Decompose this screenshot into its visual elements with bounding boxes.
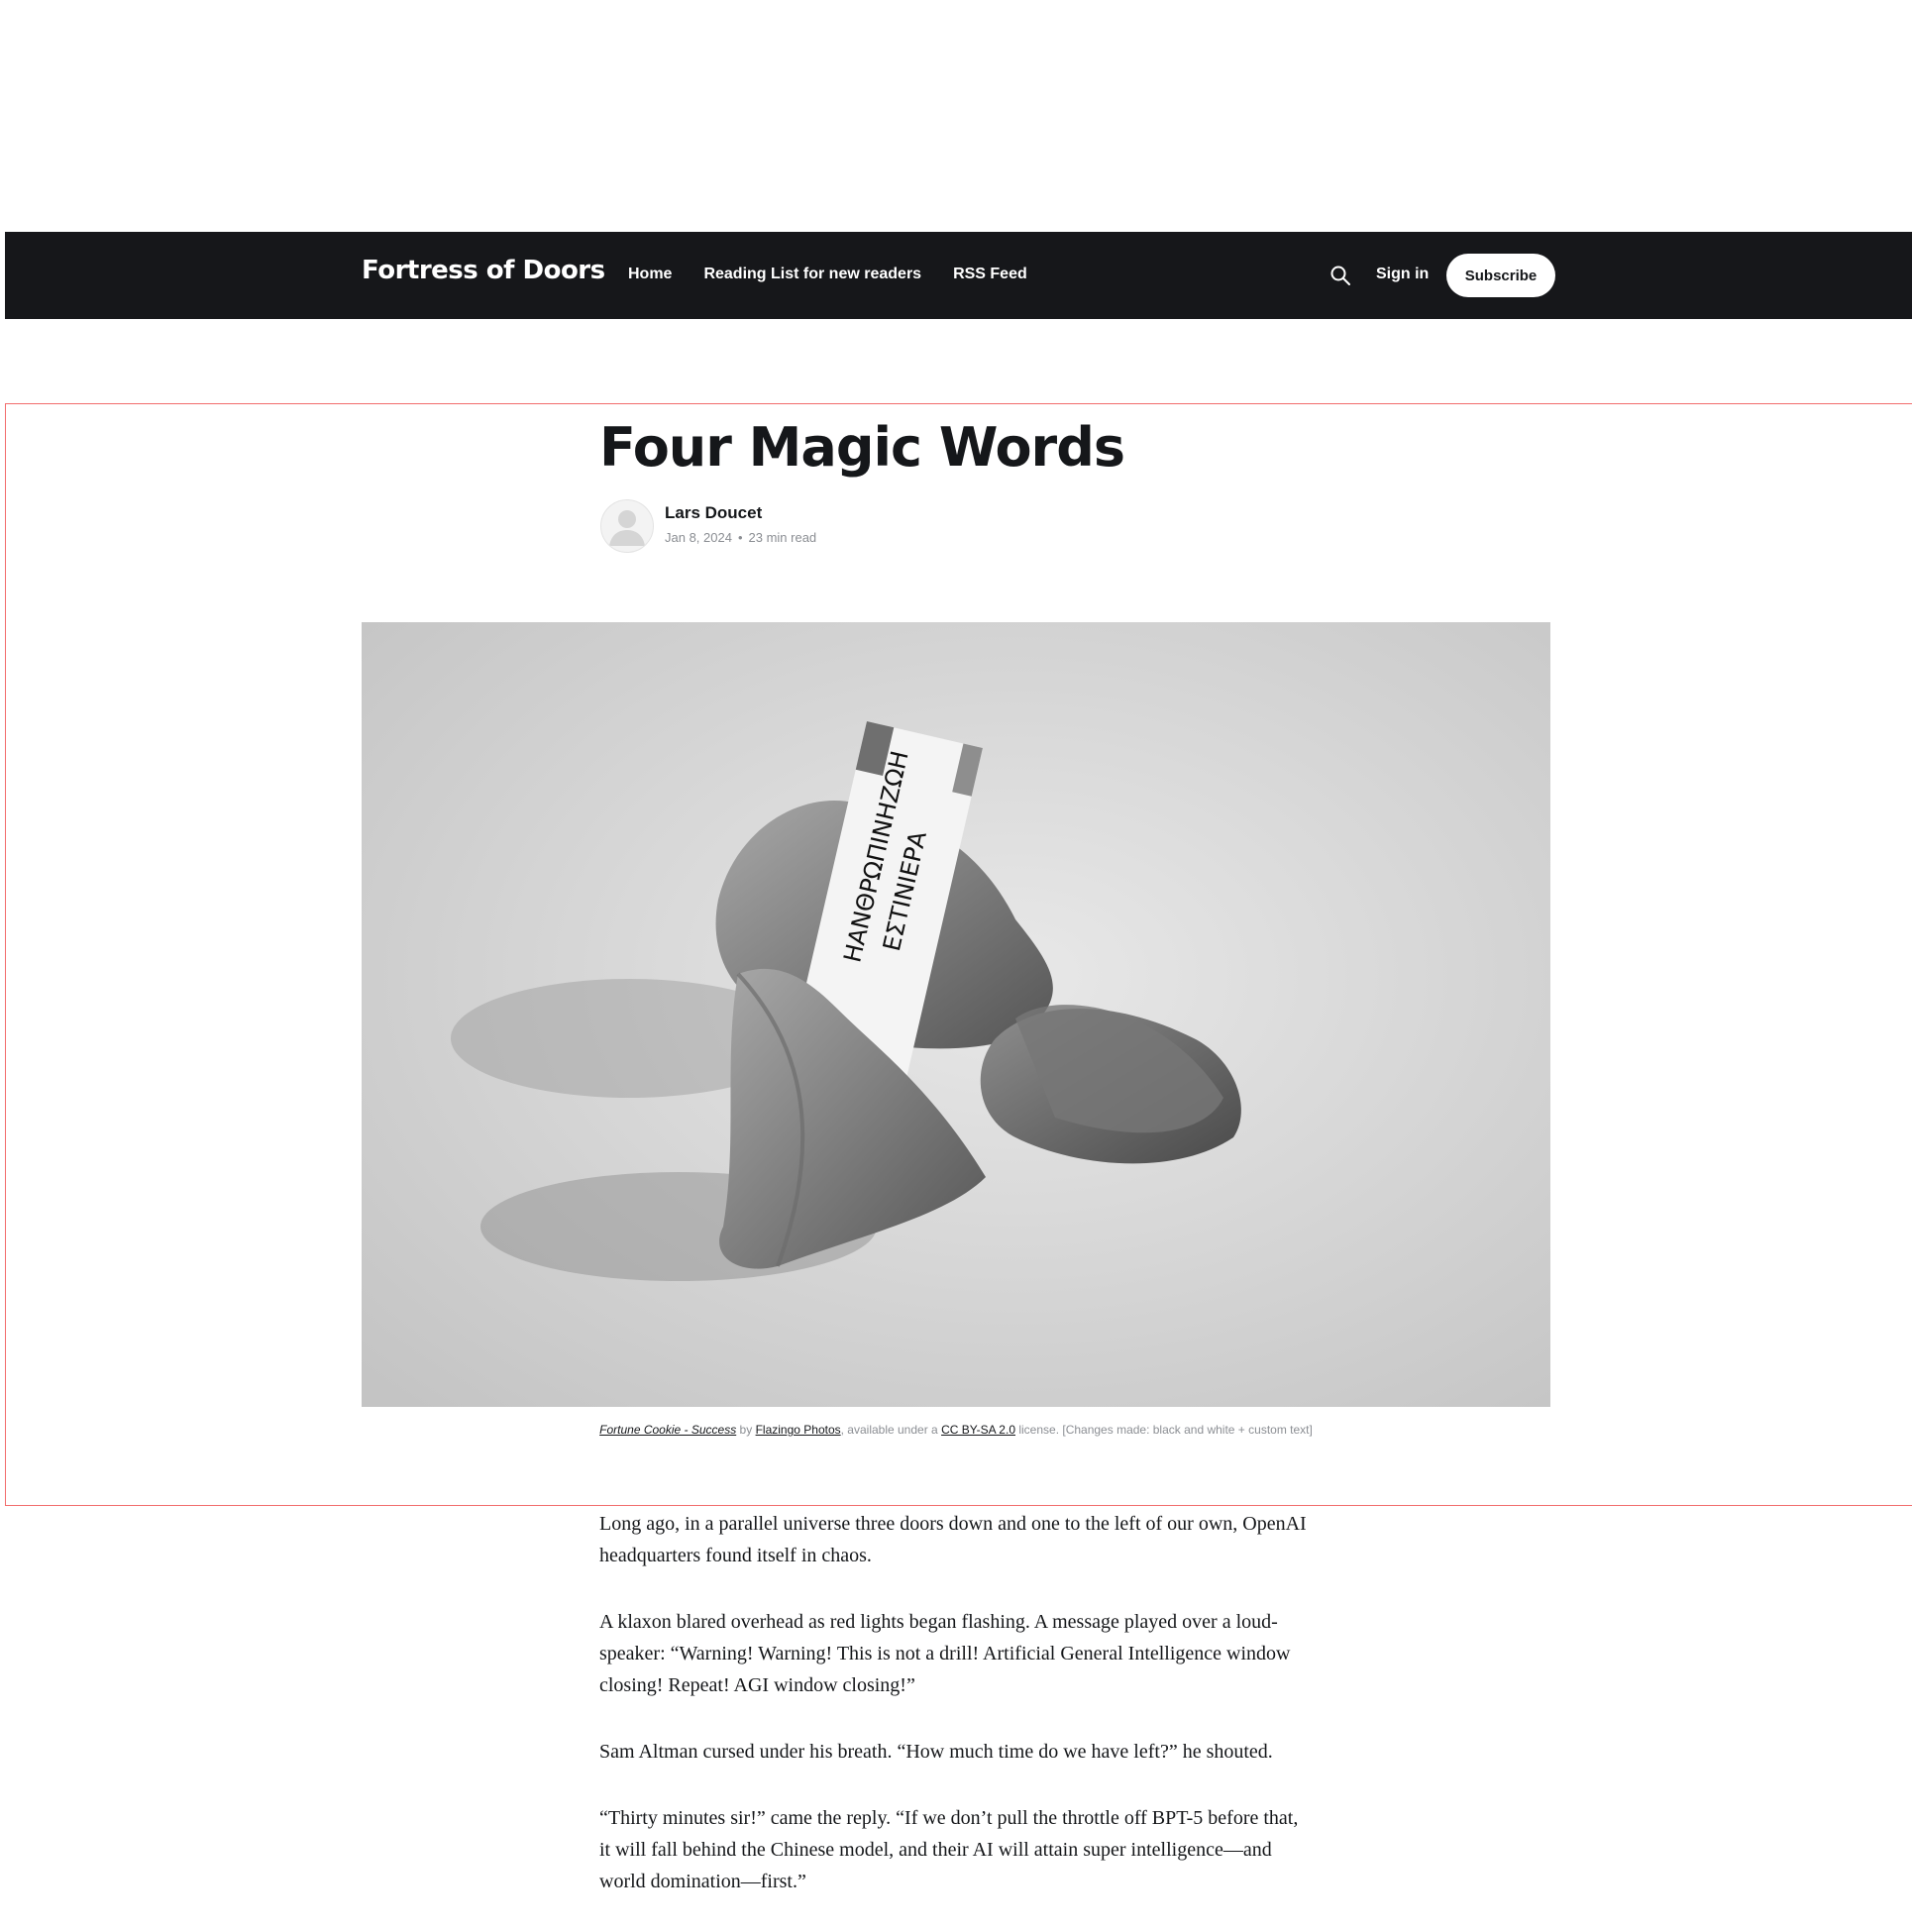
article-paragraph: Long ago, in a parallel universe three d… [599,1513,1307,1566]
nav-link-home[interactable]: Home [628,266,672,283]
search-icon[interactable] [1329,265,1351,286]
caption-work-link[interactable]: Fortune Cookie - Success [599,1423,736,1437]
author-avatar[interactable] [600,499,654,553]
read-time: 23 min read [748,530,817,545]
caption-license-link[interactable]: CC BY-SA 2.0 [941,1423,1015,1437]
post-date: Jan 8, 2024 [665,530,732,545]
subscribe-button[interactable]: Subscribe [1446,254,1555,297]
caption-author-link[interactable]: Flazingo Photos [756,1423,841,1437]
primary-nav: Home Reading List for new readers RSS Fe… [628,266,1059,283]
caption-available: , available under a [840,1423,938,1437]
article-paragraph: “Thirty minutes sir!” came the reply. “I… [599,1807,1299,1892]
feature-image: ΗΑΝΘΡΩΠΙΝΗΖΩΗ ΕΣΤΙΝΙΕΡΑ [362,622,1550,1407]
nav-link-reading-list[interactable]: Reading List for new readers [703,266,921,283]
post-meta: Jan 8, 2024 • 23 min read [665,530,816,545]
caption-by: by [739,1423,753,1437]
caption-tail: license. [Changes made: black and white … [1018,1423,1313,1437]
image-caption: Fortune Cookie - Success by Flazingo Pho… [362,1423,1550,1437]
article-paragraph: Sam Altman cursed under his breath. “How… [599,1741,1273,1763]
site-logo[interactable]: Fortress of Doors [362,256,605,285]
meta-separator: • [737,530,743,545]
article-body: Long ago, in a parallel universe three d… [599,1508,1313,1932]
article-title: Four Magic Words [599,416,1125,479]
article-paragraph: A klaxon blared overhead as red lights b… [599,1611,1291,1696]
site-header: Fortress of Doors Home Reading List for … [5,232,1912,319]
nav-link-rss-feed[interactable]: RSS Feed [953,266,1027,283]
sign-in-link[interactable]: Sign in [1376,266,1429,283]
author-name[interactable]: Lars Doucet [665,503,762,523]
